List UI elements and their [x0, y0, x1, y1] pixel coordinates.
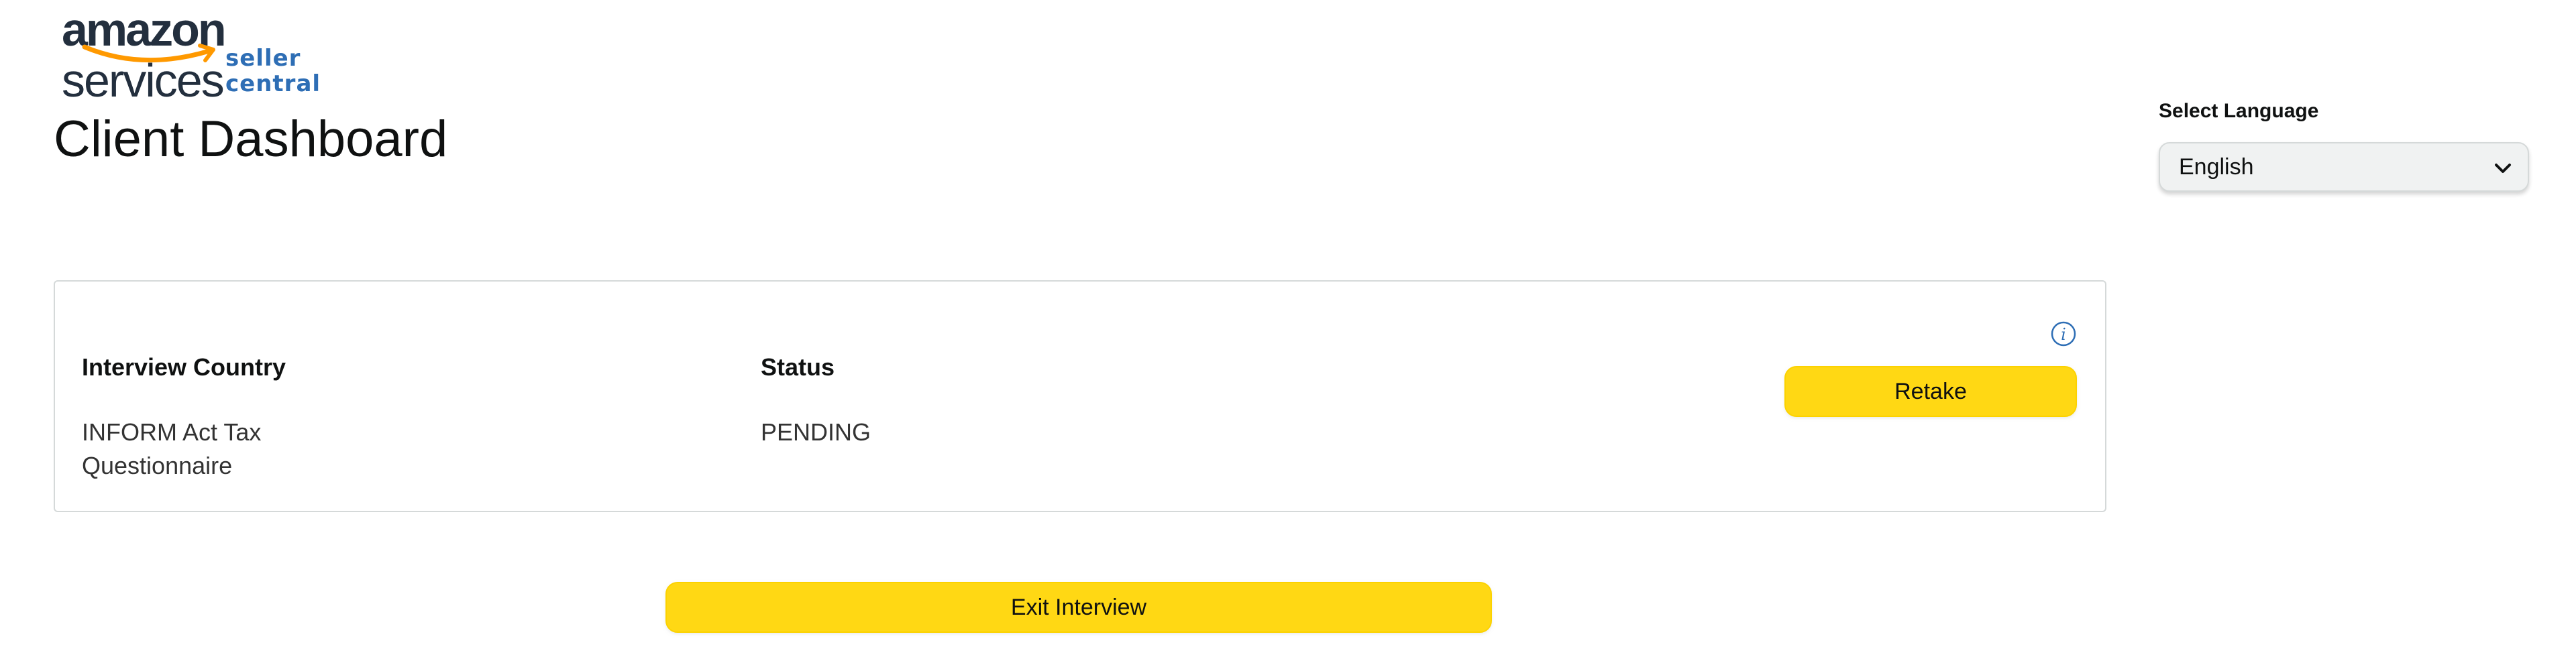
interview-country-line2: Questionnaire — [82, 452, 233, 479]
info-icon[interactable]: i — [2050, 320, 2077, 347]
header-interview-country: Interview Country — [82, 353, 286, 381]
client-dashboard-page: amazon services seller central Client Da… — [0, 0, 2576, 665]
interview-country-line1: INFORM Act Tax — [82, 418, 262, 446]
header-status: Status — [761, 353, 835, 381]
exit-interview-button[interactable]: Exit Interview — [665, 582, 1492, 633]
amazon-services-logo[interactable]: amazon services seller central — [62, 4, 384, 106]
page-title: Client Dashboard — [54, 111, 448, 168]
svg-text:i: i — [2061, 325, 2066, 344]
status-value: PENDING — [761, 418, 871, 446]
language-selected-value: English — [2179, 154, 2254, 180]
language-select[interactable]: English — [2159, 142, 2529, 192]
retake-button[interactable]: Retake — [1784, 366, 2077, 417]
chevron-down-icon — [2495, 164, 2511, 173]
language-label: Select Language — [2159, 100, 2319, 122]
logo-subtitle: seller central — [225, 45, 321, 97]
smile-arrow-icon — [82, 44, 215, 63]
